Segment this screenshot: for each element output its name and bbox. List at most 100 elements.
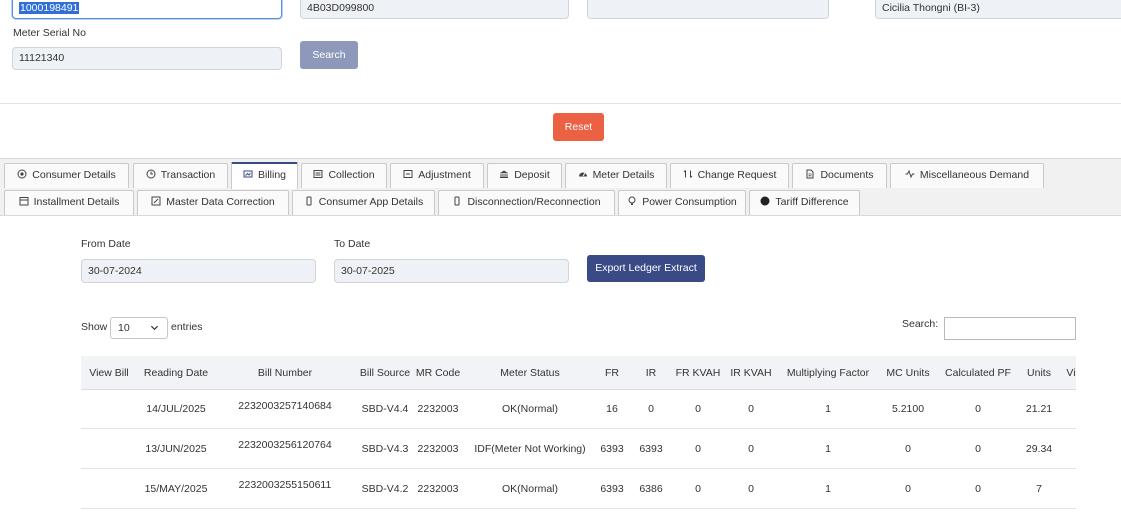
consumer-number-field[interactable]: 1000198491 (12, 0, 282, 19)
tab-transaction[interactable]: Transaction (133, 163, 228, 188)
cell-mr-code: 2232003 (417, 483, 459, 495)
col-ir[interactable]: IR (646, 367, 657, 379)
tab-label: Disconnection/Reconnection (467, 196, 601, 208)
third-filter-field[interactable] (587, 0, 829, 19)
cell-fr-kvah: 0 (695, 443, 701, 455)
tab-label: Tariff Difference (775, 196, 849, 208)
search-button[interactable]: Search (300, 41, 358, 69)
reset-button[interactable]: Reset (553, 113, 604, 141)
entries-select[interactable]: 10 (110, 317, 168, 339)
consumer-name-field[interactable]: Cicilia Thongni (BI-3) (875, 0, 1121, 19)
col-vi[interactable]: Vi (1066, 367, 1075, 379)
divider (0, 103, 1121, 104)
cell-ir: 6393 (639, 443, 663, 455)
meter-serial-label: Meter Serial No (13, 27, 86, 39)
table-row: 13/JUN/2025 2232003256120764 SBD-V4.3 22… (81, 429, 1076, 469)
tab-power-consumption[interactable]: Power Consumption (618, 190, 746, 215)
tab-tariff-difference[interactable]: Tariff Difference (749, 190, 860, 215)
tab-meter-details[interactable]: Meter Details (565, 163, 667, 188)
tab-adjustment[interactable]: Adjustment (390, 163, 484, 188)
tab-label: Billing (257, 169, 286, 181)
to-date-input[interactable]: 30-07-2025 (334, 259, 569, 283)
cell-bill-source: SBD-V4.4 (361, 403, 409, 415)
tab-miscellaneous-demand[interactable]: Miscellaneous Demand (890, 163, 1044, 188)
col-reading-date[interactable]: Reading Date (144, 367, 208, 379)
gauge-icon (578, 172, 587, 177)
adjust-icon (403, 170, 413, 179)
cell-mc-units: 0 (905, 443, 911, 455)
cell-fr: 6393 (600, 483, 624, 495)
tab-label: Master Data Correction (166, 196, 275, 208)
table-row: 15/MAY/2025 2232003255150611 SBD-V4.2 22… (81, 469, 1076, 509)
col-multiplying-factor[interactable]: Multiplying Factor (787, 367, 869, 379)
cell-units: 29.34 (1025, 443, 1053, 455)
tab-billing[interactable]: Billing (231, 162, 298, 189)
col-meter-status[interactable]: Meter Status (500, 367, 560, 379)
target-icon (17, 169, 27, 179)
account-id-field[interactable]: 4B03D099800 (300, 0, 569, 19)
cell-fr: 6393 (600, 443, 624, 455)
tab-label: Documents (820, 169, 874, 181)
swap-icon (683, 170, 692, 179)
tab-label: Collection (328, 169, 375, 181)
tab-consumer-details[interactable]: Consumer Details (4, 163, 129, 188)
cell-multiplying-factor: 1 (825, 443, 831, 455)
cell-fr-kvah: 0 (695, 483, 701, 495)
col-bill-source[interactable]: Bill Source (360, 367, 410, 379)
col-units[interactable]: Units (1027, 367, 1051, 379)
col-view-bill[interactable]: View Bill (89, 367, 129, 379)
tab-installment-details[interactable]: Installment Details (4, 190, 134, 215)
from-date-input[interactable]: 30-07-2024 (81, 259, 316, 283)
cell-reading-date: 14/JUL/2025 (146, 403, 206, 415)
edit-icon (151, 196, 161, 206)
cell-ir-kvah: 0 (748, 483, 754, 495)
tab-label: Power Consumption (642, 196, 737, 208)
cell-meter-status: IDF(Meter Not Working) (474, 443, 586, 455)
cell-bill-number: 2232003257140684 (238, 400, 332, 412)
bulb-icon (628, 196, 636, 206)
cell-calculated-pf: 0 (975, 483, 981, 495)
tab-deposit[interactable]: Deposit (487, 163, 562, 188)
col-bill-number[interactable]: Bill Number (258, 367, 312, 379)
bank-icon (500, 170, 509, 179)
col-mc-units[interactable]: MC Units (886, 367, 929, 379)
export-ledger-button[interactable]: Export Ledger Extract (587, 255, 705, 282)
document-icon (806, 169, 814, 179)
cell-calculated-pf: 0 (975, 443, 981, 455)
col-fr-kvah[interactable]: FR KVAH (676, 367, 721, 379)
table-search-input[interactable] (944, 317, 1076, 340)
to-date-label: To Date (334, 238, 371, 250)
col-ir-kvah[interactable]: IR KVAH (730, 367, 771, 379)
tab-disconnection-reconnection[interactable]: Disconnection/Reconnection (438, 190, 615, 215)
cell-reading-date: 15/MAY/2025 (144, 483, 208, 495)
cell-reading-date: 13/JUN/2025 (145, 443, 207, 455)
col-mr-code[interactable]: MR Code (416, 367, 460, 379)
pulse-icon (905, 169, 915, 179)
meter-serial-input[interactable]: 11121340 (12, 47, 282, 70)
phone-icon (306, 196, 312, 206)
cell-fr: 16 (606, 403, 618, 415)
tab-label: Transaction (160, 169, 216, 181)
cell-bill-source: SBD-V4.3 (361, 443, 409, 455)
tab-label: Installment Details (33, 196, 120, 208)
cell-bill-source: SBD-V4.2 (361, 483, 409, 495)
circle-icon (760, 196, 770, 206)
cell-units: 21.21 (1025, 403, 1053, 415)
tab-label: Adjustment (418, 169, 471, 181)
col-calculated-pf[interactable]: Calculated PF (945, 367, 1011, 379)
chevron-down-icon (150, 325, 159, 331)
tab-master-data-correction[interactable]: Master Data Correction (137, 190, 289, 215)
tab-change-request[interactable]: Change Request (670, 163, 789, 188)
bill-icon (243, 170, 253, 178)
calendar-icon (19, 197, 29, 206)
col-fr[interactable]: FR (605, 367, 619, 379)
tab-label: Meter Details (592, 169, 655, 181)
cell-ir: 0 (648, 403, 654, 415)
tab-consumer-app-details[interactable]: Consumer App Details (292, 190, 435, 215)
cell-mr-code: 2232003 (417, 403, 459, 415)
tab-documents[interactable]: Documents (792, 163, 887, 188)
from-date-label: From Date (81, 238, 131, 250)
cell-ir-kvah: 0 (748, 403, 754, 415)
cell-multiplying-factor: 1 (825, 483, 831, 495)
tab-collection[interactable]: Collection (301, 163, 387, 188)
